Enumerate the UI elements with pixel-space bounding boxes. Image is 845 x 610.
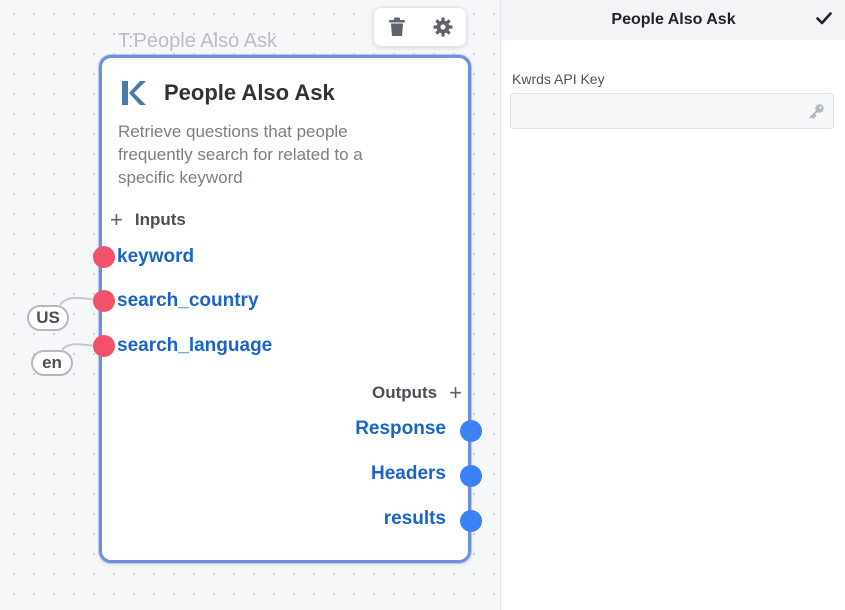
input-port-search-country[interactable]	[93, 290, 115, 312]
input-label-search-language: search_language	[117, 335, 273, 356]
confirm-checkmark-icon[interactable]	[816, 10, 832, 31]
gear-icon	[433, 17, 453, 37]
api-key-field-container	[510, 93, 834, 129]
outputs-section-header: Outputs +	[372, 382, 462, 404]
trash-icon	[389, 17, 405, 36]
key-icon	[809, 103, 825, 124]
node-caption: T:People Also Ask	[118, 30, 277, 52]
inputs-label: Inputs	[134, 210, 186, 229]
node-settings-button[interactable]	[428, 12, 458, 42]
add-input-plus-icon[interactable]: +	[110, 209, 123, 231]
add-output-plus-icon[interactable]: +	[449, 382, 462, 404]
node-header: People Also Ask	[120, 80, 335, 106]
panel-title: People Also Ask	[611, 11, 736, 28]
input-label-search-country: search_country	[117, 290, 259, 311]
output-label-results: results	[383, 508, 446, 529]
outputs-label: Outputs	[371, 383, 438, 402]
inputs-section-header: + Inputs	[110, 209, 186, 231]
output-port-response[interactable]	[460, 420, 482, 442]
node-toolbar	[373, 7, 467, 47]
input-port-keyword[interactable]	[93, 246, 115, 268]
people-also-ask-node[interactable]: People Also Ask Retrieve questions that …	[93, 55, 482, 563]
input-label-keyword: keyword	[117, 246, 195, 267]
node-description: Retrieve questions that people frequentl…	[118, 122, 363, 187]
workflow-canvas[interactable]: US en T:People Also Ask People Also Ask …	[0, 0, 500, 610]
input-port-search-language[interactable]	[93, 335, 115, 357]
search-language-value-pill[interactable]: en	[31, 350, 73, 376]
delete-node-button[interactable]	[382, 12, 412, 42]
api-key-input[interactable]	[511, 94, 811, 126]
kwrds-logo-icon	[122, 81, 146, 105]
output-label-headers: Headers	[371, 463, 446, 484]
output-port-headers[interactable]	[460, 465, 482, 487]
search-country-value-pill[interactable]: US	[27, 305, 69, 331]
output-label-response: Response	[355, 418, 446, 439]
panel-header: People Also Ask	[501, 0, 845, 40]
node-title: People Also Ask	[164, 80, 335, 105]
properties-panel: People Also Ask Kwrds API Key	[500, 0, 845, 610]
output-port-results[interactable]	[460, 510, 482, 532]
api-key-label: Kwrds API Key	[512, 71, 605, 87]
